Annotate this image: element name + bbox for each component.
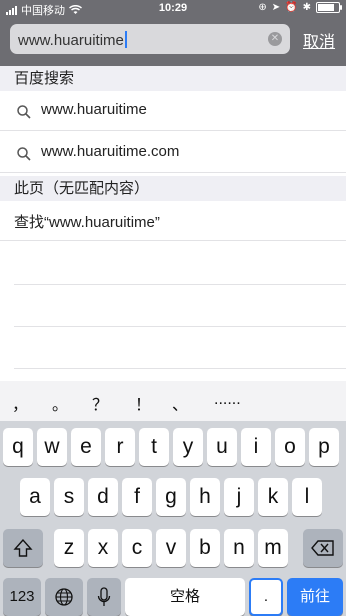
lock-rotation-icon: ⊕ [258,2,267,13]
key-z[interactable]: z [54,529,84,567]
backspace-icon [311,540,334,556]
key-i[interactable]: i [241,428,271,466]
keyboard: ， 。 ？ ！ 、 ...... q w e r t y u i o p a s… [0,381,346,616]
dot-key[interactable]: . [249,578,283,616]
cancel-button[interactable]: 取消 [303,28,335,52]
key-f[interactable]: f [122,478,152,516]
delete-key[interactable] [303,529,343,567]
key-h[interactable]: h [190,478,220,516]
battery-icon [316,2,342,13]
find-on-page-row[interactable]: 查找“www.huaruitime” [0,201,346,241]
top-bar: 中国移动 10:29 ⊕ ➤ ⏰ ✱ www.huaruitime ✕ 取消 [0,0,346,66]
suggestion-row[interactable]: www.huaruitime.com [0,133,346,173]
address-field[interactable]: www.huaruitime ✕ [10,24,290,54]
key-y[interactable]: y [173,428,203,466]
key-m[interactable]: m [258,529,288,567]
shift-icon [13,538,33,557]
key-x[interactable]: x [88,529,118,567]
key-a[interactable]: a [20,478,50,516]
numbers-key[interactable]: 123 [3,578,41,616]
key-t[interactable]: t [139,428,169,466]
status-bar: 中国移动 10:29 ⊕ ➤ ⏰ ✱ [0,0,346,18]
search-icon [17,147,31,161]
key-n[interactable]: n [224,529,254,567]
key-j[interactable]: j [224,478,254,516]
shift-key[interactable] [3,529,43,567]
space-key[interactable]: 空格 [125,578,245,616]
key-c[interactable]: c [122,529,152,567]
candidate-key[interactable]: 、 [172,391,188,415]
go-key[interactable]: 前往 [287,578,343,616]
location-icon: ➤ [271,2,281,13]
candidate-key[interactable]: ？ [92,391,108,415]
on-page-header: 此页（无匹配内容） [0,176,346,201]
address-input-text[interactable]: www.huaruitime [18,31,127,49]
key-k[interactable]: k [258,478,288,516]
microphone-icon [97,587,111,606]
key-e[interactable]: e [71,428,101,466]
key-r[interactable]: r [105,428,135,466]
clear-text-icon[interactable]: ✕ [268,32,282,46]
key-l[interactable]: l [292,478,322,516]
baidu-search-header: 百度搜索 [0,66,346,91]
dictation-key[interactable] [87,578,121,616]
divider [14,326,346,327]
search-icon [17,105,31,119]
candidate-key[interactable]: 。 [52,391,68,415]
globe-key[interactable] [45,578,83,616]
globe-icon [55,588,73,606]
candidate-bar: ， 。 ？ ！ 、 ...... [0,381,346,421]
key-o[interactable]: o [275,428,305,466]
suggestion-row[interactable]: www.huaruitime [0,91,346,131]
key-w[interactable]: w [37,428,67,466]
key-v[interactable]: v [156,529,186,567]
suggestion-label: www.huaruitime.com [41,143,180,160]
candidate-key[interactable]: ， [12,391,28,415]
candidate-key[interactable]: ！ [135,391,151,415]
text-caret [124,31,127,48]
key-s[interactable]: s [54,478,84,516]
key-d[interactable]: d [88,478,118,516]
alarm-icon: ⏰ [285,2,298,13]
candidate-key[interactable]: ...... [214,391,241,409]
find-on-page-label: 查找“www.huaruitime” [14,214,160,231]
key-q[interactable]: q [3,428,33,466]
suggestion-label: www.huaruitime [41,101,147,118]
key-g[interactable]: g [156,478,186,516]
divider [14,284,346,285]
divider [14,368,346,369]
key-u[interactable]: u [207,428,237,466]
key-b[interactable]: b [190,529,220,567]
key-p[interactable]: p [309,428,339,466]
bluetooth-icon: ✱ [302,2,311,13]
